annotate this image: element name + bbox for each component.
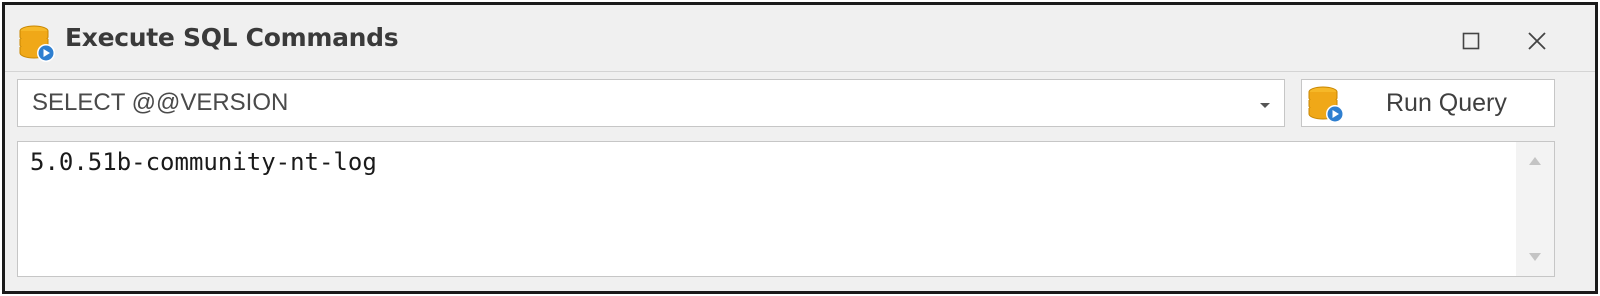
query-result-area[interactable]: 5.0.51b-community-nt-log bbox=[17, 141, 1555, 277]
scroll-down-icon[interactable] bbox=[1527, 250, 1543, 264]
execute-sql-window: Execute SQL Commands SELECT @@VERSION Ru… bbox=[2, 2, 1598, 294]
maximize-button[interactable] bbox=[1449, 19, 1493, 63]
maximize-icon bbox=[1462, 32, 1480, 50]
scroll-up-icon[interactable] bbox=[1527, 154, 1543, 168]
run-query-button[interactable]: Run Query bbox=[1301, 79, 1555, 127]
chevron-down-icon[interactable] bbox=[1258, 98, 1272, 112]
sql-query-value[interactable]: SELECT @@VERSION bbox=[32, 89, 288, 117]
close-icon bbox=[1528, 32, 1546, 50]
database-run-icon bbox=[19, 25, 55, 62]
title-bar: Execute SQL Commands bbox=[5, 5, 1595, 72]
close-button[interactable] bbox=[1515, 19, 1559, 63]
window-title: Execute SQL Commands bbox=[65, 23, 399, 52]
run-query-label: Run Query bbox=[1386, 89, 1507, 117]
query-result-text: 5.0.51b-community-nt-log bbox=[30, 148, 377, 176]
vertical-scrollbar[interactable] bbox=[1516, 142, 1554, 276]
database-run-icon bbox=[1308, 86, 1344, 123]
sql-query-combobox[interactable]: SELECT @@VERSION bbox=[17, 79, 1285, 127]
